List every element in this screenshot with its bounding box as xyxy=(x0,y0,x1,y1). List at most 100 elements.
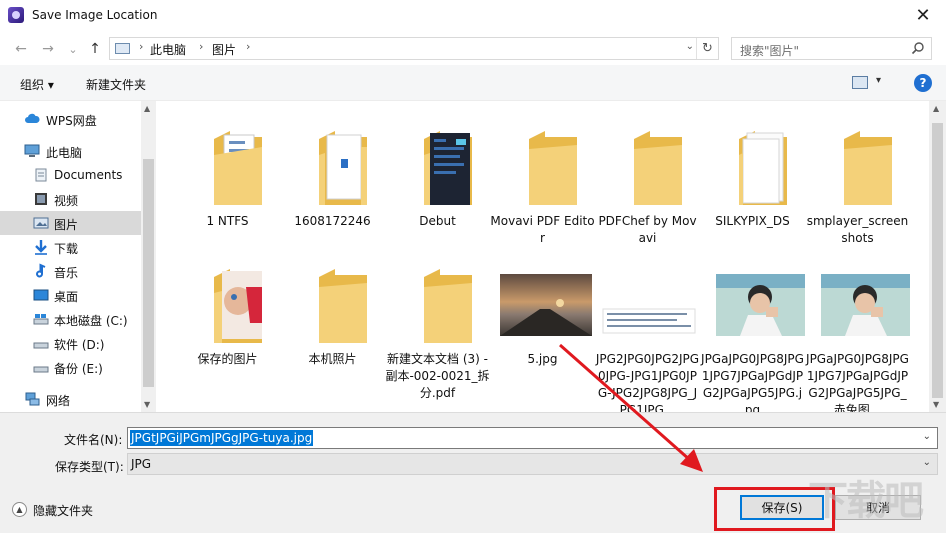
folder-icon xyxy=(424,131,472,205)
video-icon xyxy=(35,193,47,205)
sidebar-item-music[interactable]: 音乐 xyxy=(0,259,141,283)
new-folder-button[interactable]: 新建文件夹 xyxy=(86,76,146,93)
save-form: 文件名(N): JPGtJPGiJPGmJPGgJPG-tuya.jpg ⌄ 保… xyxy=(0,412,946,533)
file-type-value: JPG xyxy=(131,457,152,471)
folder-icon xyxy=(844,131,892,205)
window-title: Save Image Location xyxy=(32,8,158,22)
filename-input[interactable]: JPGtJPGiJPGmJPGgJPG-tuya.jpg ⌄ xyxy=(127,427,938,449)
sidebar-item-documents[interactable]: Documents xyxy=(0,163,141,187)
file-label: 5.jpg xyxy=(527,352,558,366)
navigation-bar: ← → ⌄ ↑ › 此电脑 › 图片 › ⌄ ↻ 搜索"图片" xyxy=(0,31,946,65)
chevron-down-icon[interactable]: ⌄ xyxy=(923,457,931,468)
breadcrumb-this-pc[interactable]: 此电脑 xyxy=(150,41,186,58)
file-list-scrollbar[interactable]: ▲ ▼ xyxy=(929,101,946,412)
title-bar: Save Image Location ✕ xyxy=(0,0,946,31)
back-button[interactable]: ← xyxy=(12,40,30,58)
close-button[interactable]: ✕ xyxy=(900,0,946,31)
image-thumbnail xyxy=(821,274,910,336)
file-item[interactable]: Movavi PDF Editor xyxy=(490,111,595,271)
file-label: smplayer_screenshots xyxy=(806,214,909,245)
search-input[interactable]: 搜索"图片" xyxy=(731,37,932,60)
watermark: 下载吧 xyxy=(808,478,924,524)
sidebar-item-drive-e[interactable]: 备份 (E:) xyxy=(0,355,141,379)
chevron-right-icon[interactable]: › xyxy=(246,40,250,53)
chevron-down-icon[interactable]: ▾ xyxy=(876,75,881,86)
drive-icon xyxy=(33,366,49,373)
scroll-down-icon[interactable]: ▼ xyxy=(933,400,939,409)
file-item[interactable]: JPG2JPG0JPG2JPG0JPG-JPG1JPG0JPG-JPG2JPG8… xyxy=(595,249,700,412)
folder-icon xyxy=(319,131,367,205)
search-icon[interactable] xyxy=(911,41,925,55)
file-label: Debut xyxy=(419,214,456,228)
breadcrumb-pictures[interactable]: 图片 xyxy=(212,41,236,58)
scroll-up-icon[interactable]: ▲ xyxy=(933,104,939,113)
chevron-right-icon[interactable]: › xyxy=(199,40,203,53)
file-label: SILKYPIX_DS xyxy=(715,214,790,228)
sidebar-item-wps-cloud[interactable]: WPS网盘 xyxy=(0,107,141,131)
documents-icon xyxy=(35,168,47,182)
file-type-label: 保存类型(T): xyxy=(55,460,124,474)
organize-menu[interactable]: 组织 ▾ xyxy=(20,76,54,93)
folder-icon xyxy=(424,269,472,343)
drive-icon xyxy=(33,314,49,325)
file-item[interactable]: JPGaJPG0JPG8JPG1JPG7JPGaJPGdJPG2JPGaJPG5… xyxy=(805,249,910,412)
filename-value: JPGtJPGiJPGmJPGgJPG-tuya.jpg xyxy=(130,430,314,446)
file-item[interactable]: 1 NTFS xyxy=(175,111,280,271)
file-item[interactable]: 1608172246 xyxy=(280,111,385,271)
sidebar-item-desktop[interactable]: 桌面 xyxy=(0,283,141,307)
scrollbar-thumb[interactable] xyxy=(932,123,943,398)
sidebar-item-videos[interactable]: 视频 xyxy=(0,187,141,211)
pictures-folder-icon xyxy=(115,43,130,54)
desktop-icon xyxy=(33,289,49,301)
folder-icon xyxy=(214,131,262,205)
sidebar-item-downloads[interactable]: 下载 xyxy=(0,235,141,259)
cloud-icon xyxy=(25,113,40,123)
up-folder-button[interactable]: ↑ xyxy=(86,40,104,58)
file-label: 1 NTFS xyxy=(206,214,249,228)
image-thumbnail xyxy=(716,274,805,336)
chevron-up-icon: ▲ xyxy=(12,502,27,517)
sidebar-item-this-pc[interactable]: 此电脑 xyxy=(0,139,141,163)
folder-icon xyxy=(214,269,262,343)
file-item[interactable]: PDFChef by Movavi xyxy=(595,111,700,271)
scroll-up-icon[interactable]: ▲ xyxy=(144,104,150,113)
sidebar-item-drive-c[interactable]: 本地磁盘 (C:) xyxy=(0,307,141,331)
image-thumbnail xyxy=(500,274,592,336)
help-icon[interactable]: ? xyxy=(914,74,932,92)
view-options-icon[interactable] xyxy=(852,76,868,89)
file-label: 1608172246 xyxy=(294,214,371,228)
chevron-down-icon[interactable]: ⌄ xyxy=(923,431,931,442)
file-item[interactable]: 本机照片 xyxy=(280,249,385,409)
file-label: JPGaJPG0JPG8JPG1JPG7JPGaJPGdJPG2JPGaJPG5… xyxy=(701,352,804,412)
file-item[interactable]: Debut xyxy=(385,111,490,271)
file-item[interactable]: smplayer_screenshots xyxy=(805,111,910,271)
chevron-down-icon[interactable]: ⌄ xyxy=(686,41,694,52)
scroll-down-icon[interactable]: ▼ xyxy=(144,400,150,409)
folder-icon xyxy=(319,269,367,343)
sidebar-item-network[interactable]: 网络 xyxy=(0,387,141,411)
computer-icon xyxy=(24,144,40,157)
sidebar-item-drive-d[interactable]: 软件 (D:) xyxy=(0,331,141,355)
sidebar-scrollbar[interactable]: ▲ ▼ xyxy=(141,101,156,412)
refresh-icon[interactable]: ↻ xyxy=(696,38,718,59)
search-placeholder: 搜索"图片" xyxy=(740,44,800,58)
file-item[interactable]: SILKYPIX_DS xyxy=(700,111,805,271)
address-bar[interactable]: › 此电脑 › 图片 › ⌄ ↻ xyxy=(109,37,719,60)
sidebar-item-pictures[interactable]: 图片 xyxy=(0,211,141,235)
file-list[interactable]: 1 NTFS 1608172246 Debut Movavi PDF Edito… xyxy=(157,101,929,412)
recent-locations-icon[interactable]: ⌄ xyxy=(64,40,82,58)
forward-button[interactable]: → xyxy=(39,40,57,58)
file-label: PDFChef by Movavi xyxy=(598,214,697,245)
scrollbar-thumb[interactable] xyxy=(143,159,154,387)
file-item[interactable]: 保存的图片 xyxy=(175,249,280,409)
navigation-pane: WPS网盘 此电脑 Documents 视频 图片 下载 音乐 桌面 本地磁盘 … xyxy=(0,101,156,412)
chevron-right-icon[interactable]: › xyxy=(139,40,143,53)
folder-icon xyxy=(529,131,577,205)
image-thumbnail xyxy=(602,308,696,334)
drive-icon xyxy=(33,342,49,349)
file-item[interactable]: 新建文本文档 (3) - 副本-002-0021_拆分.pdf xyxy=(385,249,490,409)
file-item[interactable]: 5.jpg xyxy=(490,249,595,409)
file-label: JPG2JPG0JPG2JPG0JPG-JPG1JPG0JPG-JPG2JPG8… xyxy=(595,352,700,412)
file-item[interactable]: JPGaJPG0JPG8JPG1JPG7JPGaJPGdJPG2JPGaJPG5… xyxy=(700,249,805,412)
folder-icon xyxy=(739,131,787,205)
